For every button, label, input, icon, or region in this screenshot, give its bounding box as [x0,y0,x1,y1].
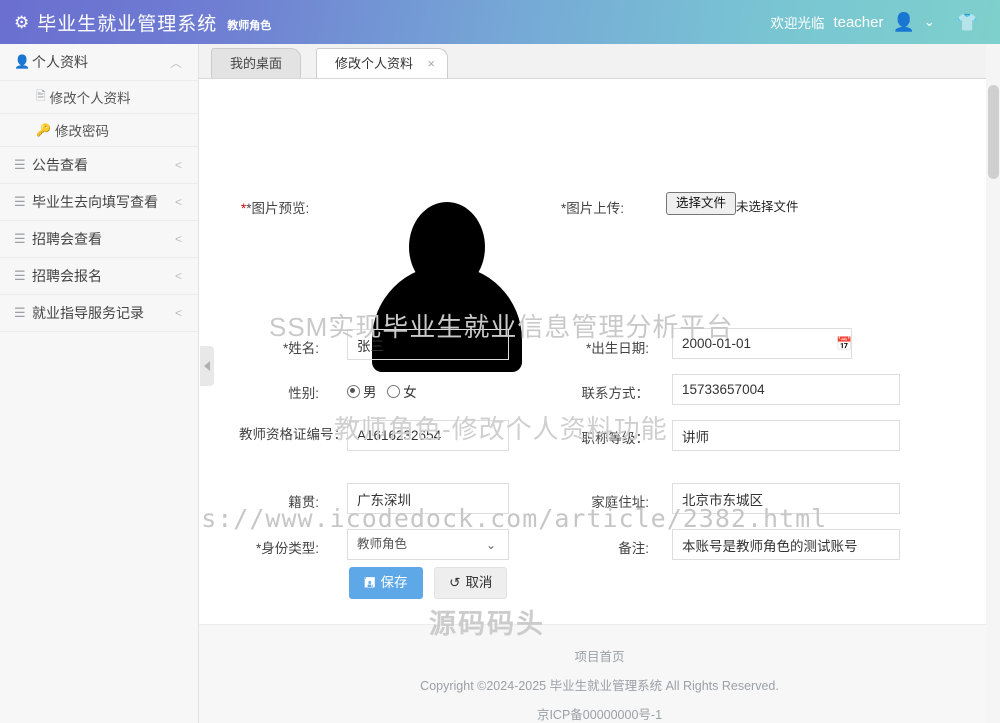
save-button[interactable]: 🖪 保存 [349,567,423,599]
sidebar-item-announcements[interactable]: ☰ 公告查看 < [0,147,198,184]
name-label: *姓名: [282,341,319,356]
radio-male[interactable]: 男 [347,385,377,400]
chevron-down-icon[interactable]: ⌄ [486,538,496,552]
sidebar-item-label: 就业指导服务记录 [32,305,144,321]
scrollbar-track-top [986,44,1000,79]
choose-file-button[interactable]: 选择文件 [666,192,737,215]
role-badge: 教师角色 [227,19,272,32]
sidebar-item-change-password[interactable]: 🔑 修改密码 [0,114,198,147]
list-icon: ☰ [14,194,26,209]
address-input[interactable] [672,483,900,514]
sidebar-item-label: 招聘会查看 [32,231,102,247]
chevron-left-icon: < [174,195,182,209]
footer-icp: 京ICP备00000000号-1 [536,708,663,722]
name-input[interactable] [347,329,509,360]
teacher-cert-label: 教师资格证编号： [239,427,347,442]
cancel-button[interactable]: ↺ 取消 [434,567,508,599]
tab-bar: 我的桌面 修改个人资料 × [199,44,1000,79]
file-status-text: 未选择文件 [736,200,799,214]
gender-label: 性别: [288,386,319,401]
tab-my-desktop[interactable]: 我的桌面 [211,48,302,78]
birth-date-input[interactable] [672,328,852,359]
footer-home-link[interactable]: 项目首页 [199,646,1000,665]
sidebar-item-label: 毕业生去向填写查看 [32,194,158,210]
document-icon: 🖹 [36,88,46,103]
brand[interactable]: ⚙ 毕业生就业管理系统 教师角色 [0,9,271,36]
calendar-icon[interactable]: 📅 [836,336,852,352]
contact-label: 联系方式： [581,386,650,401]
sidebar-item-label: 公告查看 [32,157,88,173]
identity-type-select[interactable]: 教师角色 [347,529,509,560]
remark-label: 备注: [618,541,649,556]
hometown-input[interactable] [347,483,509,514]
shirt-icon[interactable]: 👕 [957,14,978,31]
undo-icon: ↺ [449,575,461,590]
chevron-left-icon [204,361,210,371]
tab-label: 修改个人资料 [335,56,414,71]
sidebar-item-job-fair-view[interactable]: ☰ 招聘会查看 < [0,221,198,258]
footer-copyright: Copyright ©2024-2025 毕业生就业管理系统 All Right… [420,679,779,693]
sidebar-item-label: 招聘会报名 [32,268,102,284]
close-icon[interactable]: × [427,49,435,79]
user-icon[interactable]: 👤 [893,13,915,31]
radio-male-label: 男 [363,385,377,400]
identity-type-value: 教师角色 [357,537,408,551]
list-icon: ☰ [14,305,26,320]
birth-label: *出生日期: [585,341,649,356]
sidebar: 👤 个人资料 ︿ 🖹 修改个人资料 🔑 修改密码 ☰ 公告查看 < ☰ 毕业生去… [0,44,199,723]
cancel-label: 取消 [465,575,493,590]
form-actions: 🖪 保存 ↺ 取消 [349,567,515,599]
radio-female[interactable]: 女 [387,385,417,400]
header-right: 欢迎光临 teacher 👤 ⌄ 👕 [770,12,1000,32]
user-icon: 👤 [14,54,31,69]
app-root: ⚙ 毕业生就业管理系统 教师角色 欢迎光临 teacher 👤 ⌄ 👕 👤 个人… [0,0,1000,723]
remark-input[interactable] [672,529,900,560]
chevron-left-icon: < [174,269,182,283]
picture-preview-label: **图片预览: [241,197,309,217]
identity-type-label: *身份类型: [255,541,319,556]
radio-female-label: 女 [403,385,417,400]
radio-female-dot [387,385,401,398]
radio-male-dot [347,385,360,398]
save-icon: 🖪 [364,575,376,590]
key-icon: 🔑 [36,123,51,137]
chevron-up-icon: ︿ [169,55,182,70]
vertical-scrollbar[interactable] [986,79,1000,723]
welcome-text: 欢迎光临 [770,16,825,31]
chevron-left-icon: < [174,232,182,246]
username-label: teacher [833,13,884,31]
page-footer: 项目首页 Copyright ©2024-2025 毕业生就业管理系统 All … [199,624,1000,723]
sidebar-item-edit-profile[interactable]: 🖹 修改个人资料 [0,81,198,114]
gear-icon: ⚙ [14,12,30,32]
sidebar-item-career-service-record[interactable]: ☰ 就业指导服务记录 < [0,295,198,332]
address-label: 家庭住址: [591,495,649,510]
sidebar-collapse-handle[interactable] [200,346,214,386]
chevron-left-icon: < [174,158,182,172]
profile-form: SSM实现毕业生就业信息管理分析平台 教师角色-修改个人资料功能 https:/… [199,79,1000,639]
sidebar-item-label: 个人资料 [32,54,88,70]
chevron-left-icon: < [174,306,182,320]
title-level-label: 职称等级： [581,431,650,446]
picture-upload-label: *图片上传: [561,201,625,216]
tab-edit-profile[interactable]: 修改个人资料 × [316,48,449,79]
sidebar-item-job-fair-signup[interactable]: ☰ 招聘会报名 < [0,258,198,295]
list-icon: ☰ [14,157,26,172]
list-icon: ☰ [14,231,26,246]
sidebar-item-profile[interactable]: 👤 个人资料 ︿ [0,44,198,81]
gender-radio-group[interactable]: 男 女 [347,381,424,401]
chevron-down-icon[interactable]: ⌄ [924,14,935,30]
app-header: ⚙ 毕业生就业管理系统 教师角色 欢迎光临 teacher 👤 ⌄ 👕 [0,0,1000,44]
picture-preview-text: *图片预览: [246,201,310,216]
hometown-label: 籍贯: [288,495,319,510]
scrollbar-thumb[interactable] [988,85,999,179]
list-icon: ☰ [14,268,26,283]
teacher-cert-input[interactable] [347,420,509,451]
sidebar-item-graduate-destination[interactable]: ☰ 毕业生去向填写查看 < [0,184,198,221]
contact-input[interactable] [672,374,900,405]
sidebar-subitem-label: 修改个人资料 [49,91,131,106]
title-level-input[interactable] [672,420,900,451]
save-label: 保存 [380,575,408,590]
sidebar-subitem-label: 修改密码 [54,124,109,139]
app-title: 毕业生就业管理系统 [37,13,218,35]
